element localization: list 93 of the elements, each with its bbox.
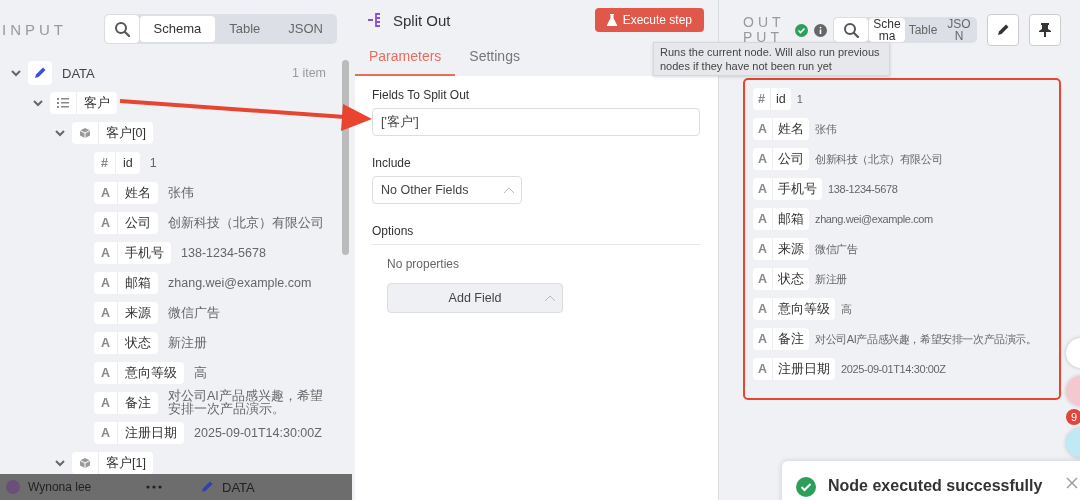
field-value: 张伟 [168,186,195,200]
key-badge[interactable]: # id [753,88,791,110]
caret-icon [503,186,515,194]
more-icon[interactable] [146,485,162,489]
field-value: zhang.wei@example.com [815,212,933,226]
field-value: 1 [796,92,803,106]
field-value: 高 [841,302,852,316]
key-badge[interactable]: A 姓名 [753,118,810,140]
search-icon [843,22,859,38]
node-label: DATA [222,479,255,495]
chevron-icon[interactable] [54,457,66,469]
user-name: Wynona lee [28,480,93,494]
key-badge[interactable]: A 意向等级 [753,298,836,320]
field-value: 创新科技（北京）有限公司 [815,152,943,166]
key-badge[interactable]: A 手机号 [753,178,823,200]
field-value: 高 [194,366,208,380]
field-value: 微信广告 [815,242,858,256]
execute-button[interactable]: Execute step [594,8,704,32]
pencil-icon [996,23,1010,37]
key-badge[interactable]: A 意向等级 [94,362,185,384]
view-tab[interactable]: Schema [869,18,905,42]
success-icon [795,23,808,37]
view-tab[interactable]: Table [905,24,941,36]
field-value: 微信广告 [168,306,221,320]
field-value: 张伟 [815,122,837,136]
key-badge[interactable]: 客户 [50,92,117,114]
tab[interactable]: Settings [469,38,534,76]
empty-text: No properties [387,257,461,271]
search-icon [113,21,130,37]
key-badge[interactable]: A 状态 [753,268,810,290]
key-badge[interactable]: 客户[0] [72,122,153,144]
list-icon [57,98,69,108]
key-badge[interactable]: A 手机号 [94,242,172,264]
key-badge[interactable]: A 公司 [753,148,810,170]
key-badge[interactable]: A 邮箱 [753,208,810,230]
avatar [6,480,20,494]
pencil-icon [33,66,47,80]
field-value: 2025-09-01T14:30:00Z [194,426,322,440]
panel-title: OUTPUT [743,15,786,45]
node-title: Split Out [393,11,451,29]
field-value: 新注册 [815,272,847,286]
key-badge[interactable]: A 状态 [94,332,159,354]
field-value: 对公司AI产品感兴趣，希望安排一次产品演示。 [168,390,324,416]
chevron-icon[interactable] [10,67,22,79]
field-value: 2025-09-01T14:30:00Z [841,362,946,376]
node-label: DATA [62,65,96,81]
key-badge[interactable]: 客户[1] [72,452,153,474]
search-button[interactable] [103,14,140,44]
item-count: 1 item [291,66,326,80]
close-icon[interactable] [1066,477,1078,489]
key-badge[interactable]: A 公司 [94,212,159,234]
cube-icon [79,127,91,139]
key-badge[interactable]: A 邮箱 [94,272,159,294]
view-tab[interactable]: JSON [941,18,977,42]
field-value: 138-1234-5678 [181,246,266,260]
field-value: 对公司AI产品感兴趣，希望安排一次产品演示。 [815,332,1037,346]
input-field[interactable]: ['客户'] [372,108,700,136]
pin-icon [1039,23,1051,37]
field-value: 创新科技（北京）有限公司 [168,216,325,230]
success-icon [796,477,816,497]
pin-button[interactable] [1029,14,1061,46]
pencil-icon [200,480,214,494]
chevron-icon[interactable] [54,127,66,139]
field-value: 1 [149,156,157,170]
key-badge[interactable]: A 注册日期 [94,422,185,444]
flask-icon [606,14,617,26]
key-badge[interactable]: A 来源 [753,238,810,260]
dropdown[interactable]: No Other Fields [372,176,522,204]
key-badge[interactable]: A 注册日期 [753,358,836,380]
key-badge[interactable]: A 备注 [753,328,810,350]
field-label: Fields To Split Out [372,88,471,102]
key-badge[interactable]: # id [94,152,140,174]
tooltip: Runs the current node. Will also run previous nodes if they have not been run yet [653,42,890,76]
add-field-button[interactable]: Add Field [387,283,563,313]
caret-icon [544,294,556,302]
field-value: 新注册 [168,336,208,350]
field-label: Include [372,156,412,170]
edit-button[interactable] [987,14,1019,46]
view-tab[interactable]: Table [215,16,275,42]
key-badge[interactable]: A 姓名 [94,182,159,204]
key-badge[interactable]: A 来源 [94,302,159,324]
key-badge[interactable]: A 备注 [94,392,159,414]
field-value: zhang.wei@example.com [168,276,312,290]
view-tab[interactable]: Schema [139,16,216,42]
info-icon [814,23,827,37]
view-tab[interactable]: JSON [274,16,337,42]
toast-message: Node executed successfully [828,477,1044,495]
field-value: 138-1234-5678 [828,182,898,196]
search-button[interactable] [833,17,869,43]
cube-icon [79,457,91,469]
chevron-icon[interactable] [32,97,44,109]
section-label: Options [372,224,700,245]
panel-title: INPUT [2,20,67,38]
